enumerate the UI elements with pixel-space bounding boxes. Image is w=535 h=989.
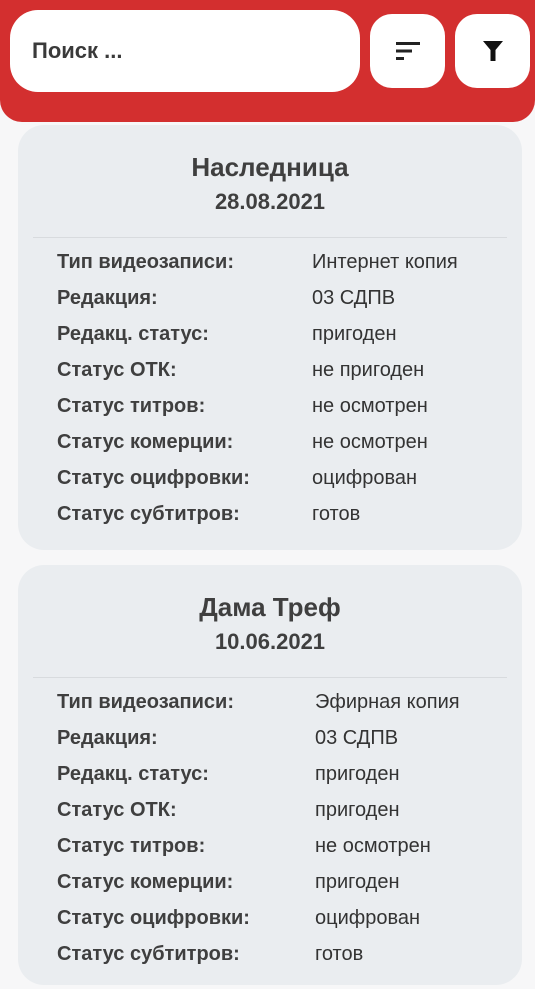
search-input[interactable]: Поиск ... bbox=[10, 10, 360, 92]
field-value: пригоден bbox=[312, 323, 397, 345]
field-row: Статус ОТК: не пригоден bbox=[57, 352, 522, 388]
divider bbox=[33, 237, 507, 238]
field-row: Статус комерции: не осмотрен bbox=[57, 424, 522, 460]
field-label: Тип видеозаписи: bbox=[57, 251, 235, 273]
field-row: Редакц. статус: пригоден bbox=[57, 316, 522, 352]
field-label: Статус ОТК: bbox=[57, 359, 177, 381]
header-bar: Поиск ... bbox=[0, 0, 535, 122]
sort-icon bbox=[395, 42, 420, 60]
field-row: Статус комерции: пригоден bbox=[57, 864, 522, 900]
field-row: Тип видеозаписи: Эфирная копия bbox=[57, 684, 522, 720]
field-row: Редакция: 03 СДПВ bbox=[57, 280, 522, 316]
field-value: Интернет копия bbox=[312, 251, 458, 273]
field-value: оцифрован bbox=[312, 467, 418, 489]
field-label: Статус оцифровки: bbox=[57, 467, 250, 489]
record-card[interactable]: Наследница 28.08.2021 Тип видеозаписи: И… bbox=[18, 125, 522, 550]
field-label: Статус комерции: bbox=[57, 431, 234, 453]
field-value: пригоден bbox=[315, 763, 400, 785]
field-label: Статус ОТК: bbox=[57, 799, 177, 821]
field-value: не осмотрен bbox=[312, 395, 428, 417]
field-label: Статус субтитров: bbox=[57, 943, 240, 965]
field-label: Статус титров: bbox=[57, 835, 206, 857]
field-row: Статус оцифровки: оцифрован bbox=[57, 900, 522, 936]
record-title: Наследница bbox=[191, 152, 349, 182]
field-label: Статус оцифровки: bbox=[57, 907, 250, 929]
divider bbox=[33, 677, 507, 678]
record-date: 28.08.2021 bbox=[214, 189, 326, 214]
field-label: Статус субтитров: bbox=[57, 503, 240, 525]
field-row: Статус ОТК: пригоден bbox=[57, 792, 522, 828]
field-value: оцифрован bbox=[315, 907, 421, 929]
field-value: 03 СДПВ bbox=[312, 287, 396, 309]
field-label: Редакц. статус: bbox=[57, 323, 209, 345]
field-value: Эфирная копия bbox=[315, 691, 460, 713]
field-value: готов bbox=[315, 943, 364, 965]
field-label: Статус комерции: bbox=[57, 871, 234, 893]
field-row: Статус титров: не осмотрен bbox=[57, 388, 522, 424]
record-card[interactable]: Дама Треф 10.06.2021 Тип видеозаписи: Эф… bbox=[18, 565, 522, 985]
search-placeholder: Поиск ... bbox=[32, 38, 123, 63]
field-label: Статус титров: bbox=[57, 395, 206, 417]
field-label: Редакция: bbox=[57, 287, 158, 309]
field-value: не осмотрен bbox=[315, 835, 431, 857]
field-value: пригоден bbox=[315, 871, 400, 893]
field-label: Редакц. статус: bbox=[57, 763, 209, 785]
field-value: пригоден bbox=[315, 799, 400, 821]
field-label: Тип видеозаписи: bbox=[57, 691, 235, 713]
record-title: Дама Треф bbox=[199, 592, 341, 622]
field-row: Статус титров: не осмотрен bbox=[57, 828, 522, 864]
filter-icon bbox=[482, 41, 503, 61]
field-value: не пригоден bbox=[312, 359, 425, 381]
filter-button[interactable] bbox=[455, 14, 530, 88]
field-label: Редакция: bbox=[57, 727, 158, 749]
sort-button[interactable] bbox=[370, 14, 445, 88]
field-row: Статус субтитров: готов bbox=[57, 496, 522, 532]
field-value: 03 СДПВ bbox=[315, 727, 399, 749]
record-date: 10.06.2021 bbox=[214, 629, 326, 654]
field-value: готов bbox=[312, 503, 361, 525]
field-row: Статус оцифровки: оцифрован bbox=[57, 460, 522, 496]
field-value: не осмотрен bbox=[312, 431, 428, 453]
field-row: Редакц. статус: пригоден bbox=[57, 756, 522, 792]
field-row: Статус субтитров: готов bbox=[57, 936, 522, 972]
field-row: Редакция: 03 СДПВ bbox=[57, 720, 522, 756]
field-row: Тип видеозаписи: Интернет копия bbox=[57, 244, 522, 280]
